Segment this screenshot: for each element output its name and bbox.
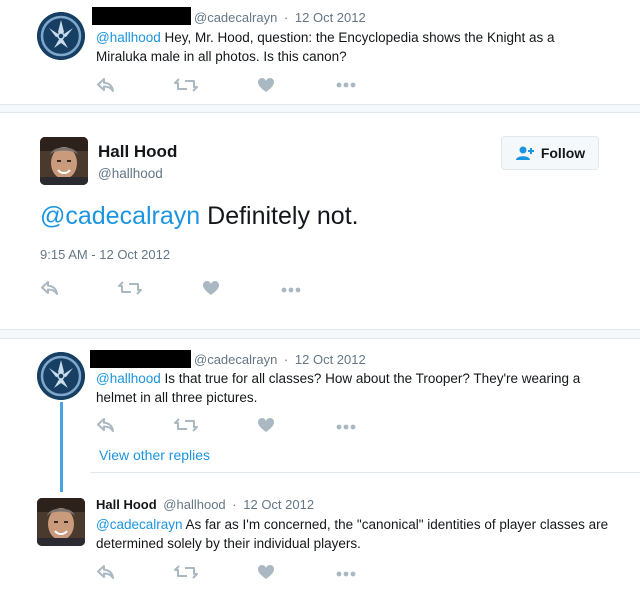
retweet-button[interactable] [174, 415, 198, 435]
reply-button[interactable] [38, 278, 62, 298]
profile-photo [37, 498, 85, 546]
more-button[interactable] [279, 280, 303, 300]
parent-tweet-card[interactable]: @cadecalrayn · 12 Oct 2012 @hallhood Hey… [0, 0, 640, 105]
more-icon [336, 424, 356, 430]
mention-link[interactable]: @cadecalrayn [96, 517, 183, 532]
republic-emblem-icon [37, 352, 85, 400]
reply-icon [96, 417, 116, 433]
tweet-meta: Hall Hood @hallhood · 12 Oct 2012 [96, 497, 315, 512]
tweet-text: @hallhood Is that true for all classes? … [96, 371, 581, 405]
author-avatar[interactable] [40, 137, 88, 185]
author-name[interactable]: Hall Hood [98, 142, 177, 162]
divider [90, 472, 640, 473]
more-button[interactable] [334, 417, 358, 437]
more-icon [336, 82, 356, 88]
tweet-timestamp[interactable]: 9:15 AM - 12 Oct 2012 [40, 247, 170, 262]
tweet-text: @hallhood Hey, Mr. Hood, question: the E… [96, 30, 555, 64]
mention-link[interactable]: @hallhood [96, 371, 161, 386]
like-button[interactable] [254, 415, 278, 435]
retweet-icon [118, 280, 142, 296]
reply-icon [96, 77, 116, 93]
more-icon [336, 571, 356, 577]
retweet-button[interactable] [118, 278, 142, 298]
focused-tweet-text: @cadecalrayn Definitely not. [40, 202, 359, 230]
like-button[interactable] [254, 562, 278, 582]
reply-icon [40, 280, 60, 296]
reply-button[interactable] [94, 75, 118, 95]
reply-button[interactable] [94, 562, 118, 582]
more-icon [281, 287, 301, 293]
more-button[interactable] [334, 564, 358, 584]
view-other-replies-link[interactable]: View other replies [99, 447, 210, 463]
thread-line [60, 402, 63, 492]
like-button[interactable] [254, 75, 278, 95]
more-button[interactable] [334, 75, 358, 95]
tweet-date[interactable]: 12 Oct 2012 [295, 10, 366, 25]
user-avatar[interactable] [37, 12, 85, 60]
tweet-meta: @cadecalrayn · 12 Oct 2012 [194, 352, 366, 367]
follow-label: Follow [540, 145, 586, 161]
tweet-date[interactable]: 12 Oct 2012 [295, 352, 366, 367]
heart-icon [202, 280, 220, 296]
reply-icon [96, 564, 116, 580]
retweet-button[interactable] [174, 75, 198, 95]
follow-button[interactable]: Follow [501, 136, 599, 170]
redacted-name [92, 7, 191, 25]
author-avatar[interactable] [37, 498, 85, 546]
user-handle[interactable]: @hallhood [163, 497, 225, 512]
like-button[interactable] [199, 278, 223, 298]
user-avatar[interactable] [37, 352, 85, 400]
author-name[interactable]: Hall Hood [96, 497, 157, 512]
user-handle[interactable]: @cadecalrayn [194, 352, 277, 367]
retweet-button[interactable] [174, 562, 198, 582]
retweet-icon [174, 564, 198, 580]
retweet-icon [174, 417, 198, 433]
republic-emblem-icon [37, 12, 85, 60]
mention-link[interactable]: @hallhood [96, 30, 161, 45]
add-person-icon [515, 145, 535, 161]
user-handle[interactable]: @cadecalrayn [194, 10, 277, 25]
heart-icon [257, 417, 275, 433]
mention-link[interactable]: @cadecalrayn [40, 202, 200, 230]
redacted-name [90, 350, 191, 368]
reply-button[interactable] [94, 415, 118, 435]
retweet-icon [174, 77, 198, 93]
heart-icon [257, 77, 275, 93]
author-handle[interactable]: @hallhood [98, 166, 163, 181]
tweet-meta: @cadecalrayn · 12 Oct 2012 [194, 10, 366, 25]
heart-icon [257, 564, 275, 580]
tweet-date[interactable]: 12 Oct 2012 [243, 497, 314, 512]
profile-photo [40, 137, 88, 185]
tweet-text: @cadecalrayn As far as I'm concerned, th… [96, 517, 609, 551]
